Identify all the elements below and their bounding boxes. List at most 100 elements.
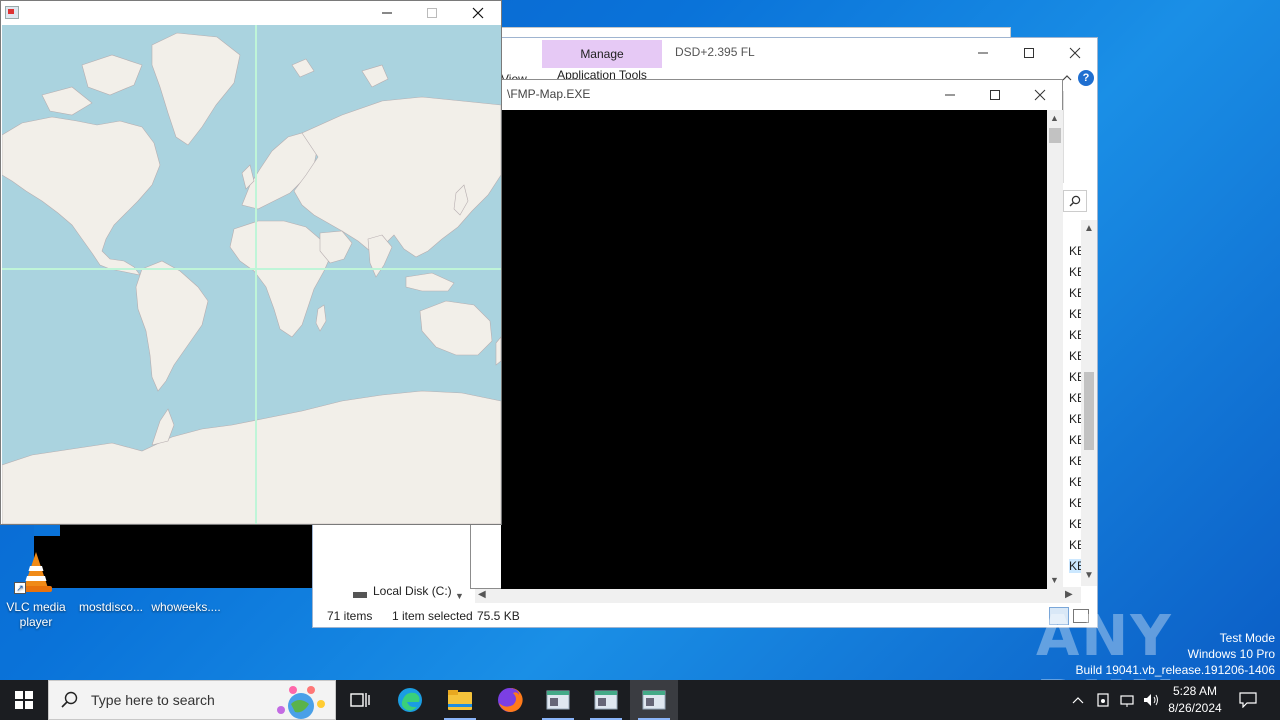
status-selected: 1 item selected bbox=[392, 609, 473, 623]
edge-icon bbox=[398, 688, 422, 712]
close-button[interactable] bbox=[1052, 38, 1098, 68]
desktop-icon-label: mostdisco... bbox=[78, 600, 144, 614]
map-window[interactable] bbox=[0, 0, 502, 525]
app-window-icon bbox=[546, 690, 570, 710]
world-map-view[interactable] bbox=[2, 25, 501, 524]
taskbar-search-box[interactable]: Type here to search bbox=[48, 680, 336, 720]
test-mode-watermark: Test Mode Windows 10 Pro Build 19041.vb_… bbox=[1060, 630, 1276, 678]
taskbar-file-explorer-button[interactable] bbox=[436, 680, 484, 720]
desktop-icon-mostdisco[interactable]: mostdisco... bbox=[73, 548, 149, 615]
show-hidden-icons-button[interactable] bbox=[1068, 680, 1088, 720]
status-bar: 71 items 1 item selected 75.5 KB bbox=[313, 605, 1097, 627]
maximize-button[interactable] bbox=[1006, 38, 1052, 68]
scrollbar-thumb[interactable] bbox=[1049, 128, 1061, 143]
minimize-icon bbox=[382, 12, 392, 14]
map-window-titlebar[interactable] bbox=[1, 1, 501, 25]
windows-logo-icon bbox=[15, 691, 33, 709]
minimize-icon bbox=[945, 94, 955, 96]
watermark-line: Build 19041.vb_release.191206-1406 bbox=[1075, 663, 1276, 677]
watermark-line: Windows 10 Pro bbox=[1187, 647, 1275, 661]
manage-tab[interactable]: Manage bbox=[542, 40, 662, 68]
desktop-icon-vlc[interactable]: ↗ VLC media player bbox=[0, 548, 74, 630]
map-close-button[interactable] bbox=[455, 0, 501, 28]
start-button[interactable] bbox=[0, 680, 48, 720]
taskbar-edge-button[interactable] bbox=[386, 680, 434, 720]
task-view-button[interactable] bbox=[336, 680, 384, 720]
nav-scroll-down-icon[interactable]: ▼ bbox=[455, 591, 464, 601]
console-close-button[interactable] bbox=[1017, 80, 1063, 110]
scroll-right-icon[interactable]: ▶ bbox=[1065, 589, 1073, 600]
action-center-button[interactable] bbox=[1232, 680, 1264, 720]
clock-date: 8/26/2024 bbox=[1168, 701, 1222, 715]
search-placeholder: Type here to search bbox=[91, 692, 215, 708]
desktop-icon-whoweeks[interactable]: whoweeks.... bbox=[148, 548, 224, 615]
taskbar-app-window-1[interactable] bbox=[534, 680, 582, 720]
watermark-line: Test Mode bbox=[1219, 631, 1275, 645]
app-window-icon bbox=[642, 690, 666, 710]
tray-network-icon[interactable] bbox=[1116, 680, 1138, 720]
maximize-icon bbox=[1024, 48, 1034, 58]
volume-icon bbox=[1144, 694, 1158, 706]
close-icon bbox=[1069, 47, 1081, 59]
close-icon bbox=[1034, 89, 1046, 101]
search-box[interactable] bbox=[1063, 190, 1087, 212]
drive-icon bbox=[353, 592, 367, 598]
horizontal-scrollbar[interactable]: ◀ ▶ bbox=[475, 587, 1081, 603]
file-icon bbox=[87, 548, 135, 596]
scroll-down-icon[interactable]: ▼ bbox=[1084, 570, 1094, 581]
map-minimize-button[interactable] bbox=[364, 0, 410, 28]
notification-icon bbox=[1239, 692, 1257, 708]
tray-device-icon[interactable] bbox=[1092, 680, 1114, 720]
taskbar-app-window-3-active[interactable] bbox=[630, 680, 678, 720]
desktop-icon-label: player bbox=[19, 615, 53, 629]
taskbar-firefox-button[interactable] bbox=[486, 680, 534, 720]
app-window-icon bbox=[594, 690, 618, 710]
scroll-down-icon[interactable]: ▼ bbox=[1050, 575, 1059, 585]
clock-time: 5:28 AM bbox=[1172, 684, 1218, 698]
taskbar: Type here to search 5:28 AM 8/26/2024 bbox=[0, 680, 1280, 720]
scroll-left-icon[interactable]: ◀ bbox=[478, 589, 486, 600]
console-window[interactable]: \FMP-Map.EXE ▲ ▼ bbox=[470, 79, 1063, 589]
maximize-icon bbox=[990, 90, 1000, 100]
taskbar-app-window-2[interactable] bbox=[582, 680, 630, 720]
scroll-up-icon[interactable]: ▲ bbox=[1050, 113, 1059, 123]
desktop-icon-label: whoweeks.... bbox=[151, 600, 221, 614]
chevron-up-icon bbox=[1072, 697, 1084, 704]
status-size: 75.5 KB bbox=[477, 609, 520, 623]
scrollbar-thumb[interactable] bbox=[1084, 372, 1094, 450]
folder-icon bbox=[448, 690, 472, 710]
vlc-cone-icon: ↗ bbox=[12, 548, 60, 596]
window-title: DSD+2.395 FL bbox=[675, 45, 755, 59]
maximize-icon bbox=[427, 8, 437, 18]
task-view-icon bbox=[350, 693, 370, 707]
network-icon bbox=[1120, 695, 1134, 707]
console-scrollbar[interactable]: ▲ ▼ bbox=[1047, 110, 1063, 589]
desktop-icon-label: VLC media bbox=[6, 600, 66, 614]
java-app-icon bbox=[5, 6, 19, 19]
search-icon bbox=[61, 691, 78, 708]
file-list-scrollbar[interactable]: ▲ ▼ bbox=[1081, 220, 1097, 586]
minimize-icon bbox=[978, 52, 988, 54]
taskbar-clock[interactable]: 5:28 AM 8/26/2024 bbox=[1160, 683, 1230, 717]
device-icon bbox=[1097, 693, 1109, 707]
shortcut-arrow-icon: ↗ bbox=[14, 582, 26, 594]
scroll-up-icon[interactable]: ▲ bbox=[1084, 223, 1094, 234]
nav-pane-local-disk[interactable]: Local Disk (C:) bbox=[353, 584, 452, 598]
file-icon bbox=[162, 548, 210, 596]
tray-volume-icon[interactable] bbox=[1140, 680, 1162, 720]
console-output-area[interactable] bbox=[501, 110, 1047, 589]
nav-item-label: Local Disk (C:) bbox=[373, 584, 452, 598]
search-icon bbox=[1069, 195, 1081, 207]
ribbon-divider bbox=[1063, 91, 1087, 183]
firefox-icon bbox=[498, 687, 523, 712]
help-icon[interactable]: ? bbox=[1078, 70, 1094, 86]
search-highlight-globe-icon bbox=[277, 686, 325, 719]
close-icon bbox=[472, 7, 484, 19]
world-map-graphic bbox=[2, 25, 501, 524]
minimize-button[interactable] bbox=[960, 38, 1006, 68]
console-maximize-button[interactable] bbox=[972, 80, 1018, 110]
map-maximize-button-disabled bbox=[409, 0, 455, 28]
console-minimize-button[interactable] bbox=[927, 80, 973, 110]
console-window-title: \FMP-Map.EXE bbox=[507, 87, 591, 101]
status-item-count: 71 items bbox=[327, 609, 373, 623]
